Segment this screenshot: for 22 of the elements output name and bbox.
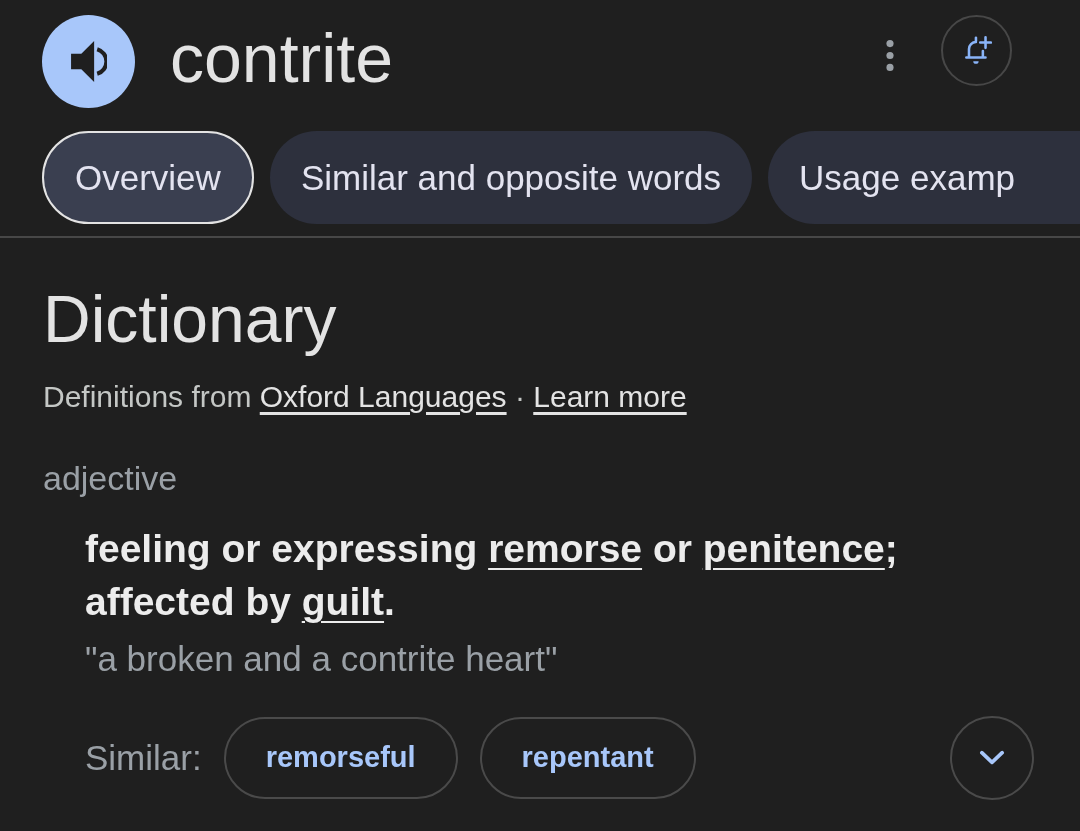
definition-link[interactable]: guilt <box>301 580 385 624</box>
headword: contrite <box>170 23 393 92</box>
similar-label: Similar: <box>85 737 202 778</box>
definition-link[interactable]: remorse <box>488 527 643 571</box>
tab[interactable]: Usage examp <box>768 131 1080 224</box>
part-of-speech: adjective <box>43 458 179 500</box>
tab[interactable]: Overview <box>42 131 254 224</box>
notification-button[interactable] <box>941 14 1012 86</box>
more-vert-icon <box>886 40 894 71</box>
more-options-button[interactable] <box>886 40 894 71</box>
speaker-icon <box>70 41 107 82</box>
source-text: Definitions from Oxford Languages · Learn more <box>43 379 688 416</box>
example-sentence: "a broken and a contrite heart" <box>85 638 559 681</box>
synonym-chip[interactable]: remorseful <box>223 716 458 799</box>
source-link[interactable]: Learn more <box>533 380 687 414</box>
definition-text: feeling or expressing remorse or penitence; affected by guilt. <box>85 526 899 626</box>
synonym-chip[interactable]: repentant <box>479 716 696 799</box>
chevron-down-icon <box>979 750 1005 766</box>
definition-link[interactable]: penitence <box>702 527 885 571</box>
section-heading: Dictionary <box>43 281 338 358</box>
source-link[interactable]: Oxford Languages <box>259 380 507 414</box>
tab[interactable]: Similar and opposite words <box>269 131 753 224</box>
